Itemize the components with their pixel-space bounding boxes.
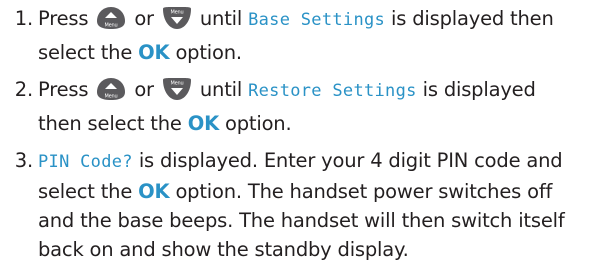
ok-option: OK bbox=[187, 112, 219, 135]
press-word: Press bbox=[38, 7, 89, 30]
press-word: Press bbox=[38, 78, 89, 101]
step-text: Press Menu or Menu until Restore Setting… bbox=[38, 75, 583, 138]
step-2: 2. Press Menu or Menu until Restore Sett… bbox=[0, 75, 583, 138]
step-text: PIN Code? is displayed. Enter your 4 dig… bbox=[38, 146, 583, 264]
step-text: Press Menu or Menu until Base Settings i… bbox=[38, 4, 583, 67]
step-number: 1. bbox=[14, 7, 33, 30]
down-arrow-menu-key-icon: Menu bbox=[162, 6, 192, 38]
step-end-text: option. bbox=[175, 41, 242, 64]
display-text: Base Settings bbox=[248, 10, 386, 30]
down-arrow-menu-key-icon: Menu bbox=[162, 77, 192, 109]
step-3: 3. PIN Code? is displayed. Enter your 4 … bbox=[0, 146, 583, 264]
up-key-label: Menu bbox=[105, 23, 118, 29]
step-1: 1. Press Menu or Menu until Base Setting… bbox=[0, 4, 583, 67]
step-number: 2. bbox=[14, 78, 33, 101]
or-word: or bbox=[134, 7, 154, 30]
step-number: 3. bbox=[14, 149, 33, 172]
ok-option: OK bbox=[138, 41, 170, 64]
up-arrow-menu-key-icon: Menu bbox=[96, 77, 126, 109]
display-text: PIN Code? bbox=[38, 152, 133, 172]
until-word: until bbox=[199, 78, 243, 101]
display-text: Restore Settings bbox=[248, 81, 417, 101]
or-word: or bbox=[134, 78, 154, 101]
down-key-label: Menu bbox=[170, 81, 183, 87]
up-arrow-menu-key-icon: Menu bbox=[96, 6, 126, 38]
up-key-label: Menu bbox=[105, 94, 118, 100]
until-word: until bbox=[199, 7, 243, 30]
down-key-label: Menu bbox=[170, 10, 183, 16]
ok-option: OK bbox=[138, 180, 170, 203]
step-end-text: option. bbox=[225, 112, 292, 135]
